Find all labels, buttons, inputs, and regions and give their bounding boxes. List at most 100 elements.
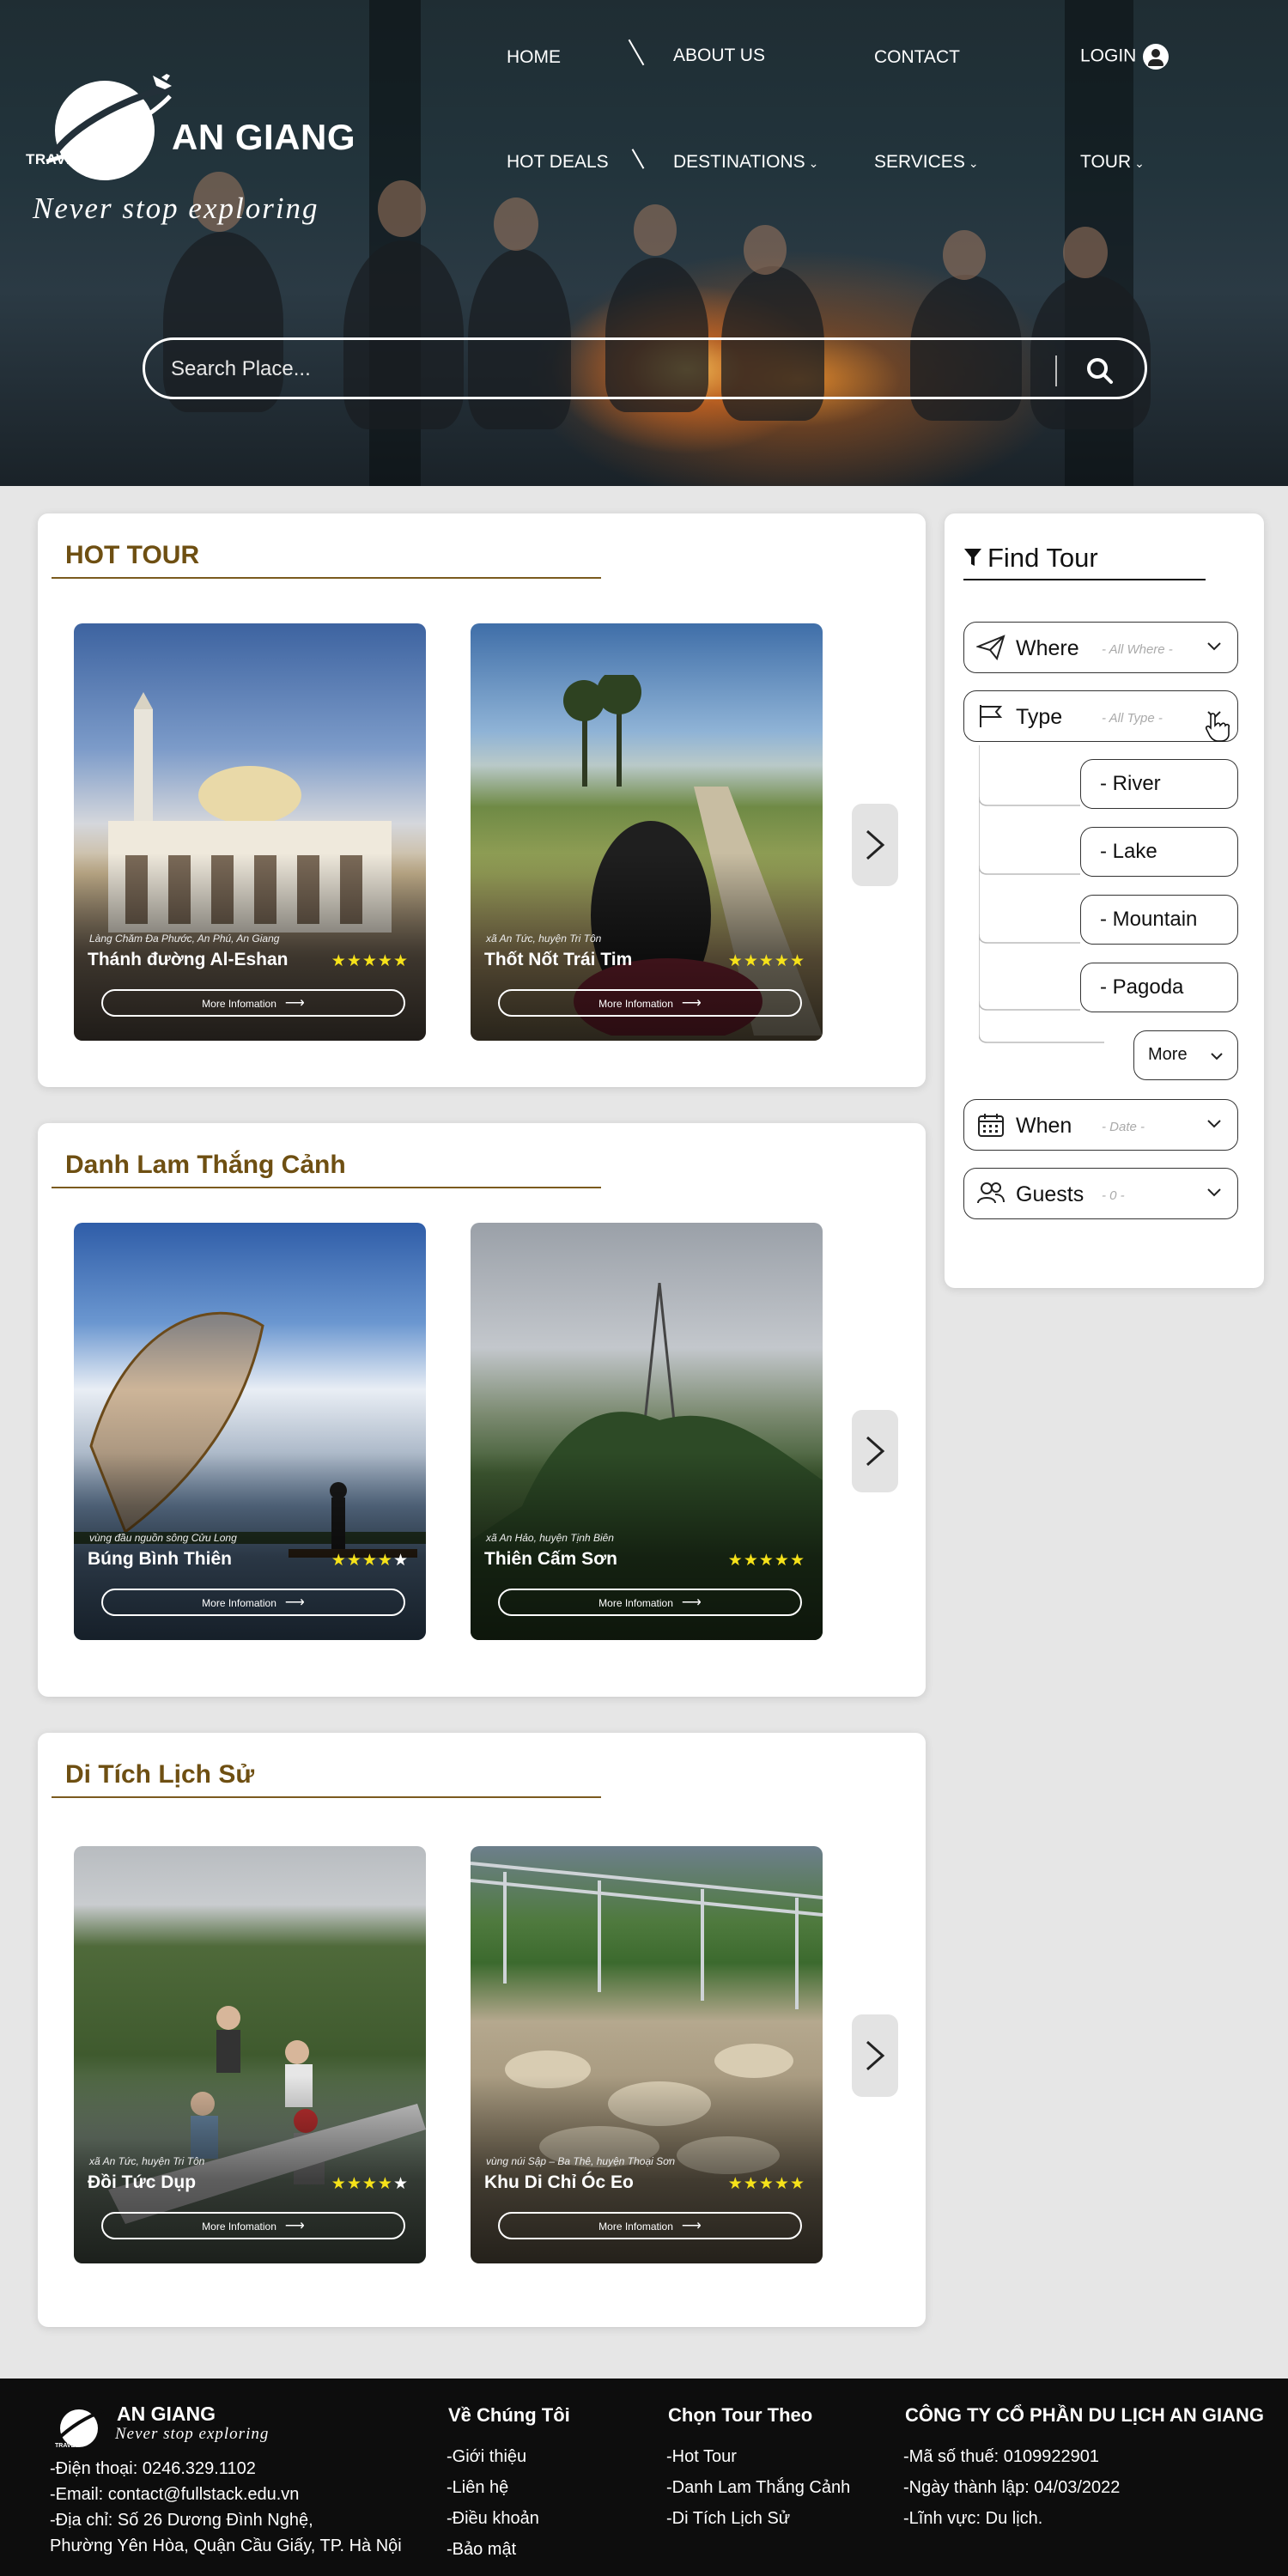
tour-card[interactable]: xã An Hảo, huyện Tịnh Biên Thiên Cấm Sơn… [471, 1223, 823, 1640]
section-di-tich-lich-su: Di Tích Lịch Sử xã An Tức, huyện Tri Tôn… [38, 1733, 926, 2327]
more-info-button[interactable]: More Infomation ⟶ [498, 1589, 802, 1616]
card-title: Đồi Tức Dụp [88, 2172, 197, 2192]
section-title-underline [52, 577, 601, 579]
footer-tax-code: -Mã số thuế: 0109922901 [903, 2447, 1099, 2466]
nav-destinations-label: DESTINATIONS [673, 152, 805, 172]
carousel-next-button[interactable] [852, 804, 898, 886]
paper-plane-icon [976, 635, 1005, 660]
type-option-lake[interactable]: - Lake [1080, 827, 1238, 877]
type-option-mountain[interactable]: - Mountain [1080, 895, 1238, 945]
search-input[interactable] [171, 355, 1030, 383]
footer-brand: AN GIANG [117, 2403, 216, 2425]
nav-contact[interactable]: CONTACT [874, 47, 960, 68]
more-info-button[interactable]: More Infomation ⟶ [101, 989, 405, 1017]
star-filled-icon: ★ [758, 1552, 775, 1570]
card-rating: ★★★★★ [331, 1551, 409, 1571]
arrow-right-icon: ⟶ [681, 2219, 702, 2233]
calendar-icon [978, 1114, 1004, 1137]
more-info-button[interactable]: More Infomation ⟶ [101, 1589, 405, 1616]
nav-login[interactable]: LOGIN [1080, 44, 1170, 70]
footer-link-gioi-thieu[interactable]: -Giới thiệu [447, 2447, 526, 2467]
star-filled-icon: ★ [346, 1552, 362, 1570]
site-logo[interactable]: TRAVEL AN GIANG Never stop exploring [24, 67, 385, 230]
arrow-right-icon: ⟶ [284, 1595, 305, 1610]
star-filled-icon: ★ [789, 1552, 805, 1570]
card-rating: ★★★★★ [331, 2174, 409, 2194]
chevron-down-icon [1207, 1188, 1221, 1197]
footer-slogan: Never stop exploring [115, 2425, 270, 2443]
hero-person-head [494, 197, 538, 251]
more-info-button[interactable]: More Infomation ⟶ [101, 2212, 405, 2239]
tour-card[interactable]: vùng đầu nguồn sông Cửu Long Búng Bình T… [74, 1223, 426, 1640]
section-danh-lam-thang-canh: Danh Lam Thắng Cảnh vùng đầu nguồn sông … [38, 1123, 926, 1697]
star-filled-icon: ★ [377, 1552, 393, 1570]
guests-placeholder: - 0 - [1102, 1188, 1125, 1203]
more-info-label: More Infomation [598, 2221, 673, 2233]
type-more-button[interactable]: More [1133, 1030, 1238, 1080]
nav-home[interactable]: HOME [507, 47, 561, 68]
section-title: Di Tích Lịch Sử [65, 1760, 255, 1789]
star-filled-icon: ★ [331, 2175, 347, 2193]
filter-icon [964, 549, 981, 566]
nav-services[interactable]: SERVICES ⌄ [874, 152, 979, 173]
card-rating: ★★★★★ [728, 1551, 805, 1571]
chevron-down-icon [1211, 1053, 1223, 1060]
footer-link-lien-he[interactable]: -Liên hệ [447, 2478, 508, 2498]
tour-card[interactable]: xã An Tức, huyện Tri Tôn Đồi Tức Dụp ★★★… [74, 1846, 426, 2263]
hero-person-head [378, 180, 426, 237]
type-select[interactable]: Type - All Type - [963, 690, 1238, 742]
star-filled-icon: ★ [361, 1552, 378, 1570]
carousel-next-button[interactable] [852, 1410, 898, 1492]
more-info-button[interactable]: More Infomation ⟶ [498, 2212, 802, 2239]
nav-about-us[interactable]: ABOUT US [673, 46, 765, 66]
footer-link-hot-tour[interactable]: -Hot Tour [666, 2447, 737, 2467]
tour-card[interactable]: Làng Chăm Đa Phước, An Phú, An Giang Thá… [74, 623, 426, 1041]
arrow-right-icon: ⟶ [681, 996, 702, 1011]
tour-card[interactable]: vùng núi Sập – Ba Thê, huyện Thoại Sơn K… [471, 1846, 823, 2263]
nav-divider [631, 149, 645, 169]
section-title-underline [52, 1796, 601, 1798]
where-select[interactable]: Where - All Where - [963, 622, 1238, 673]
footer-link-di-tich[interactable]: -Di Tích Lịch Sử [666, 2509, 790, 2529]
nav-destinations[interactable]: DESTINATIONS ⌄ [673, 152, 818, 173]
nav-hot-deals[interactable]: HOT DEALS [507, 152, 609, 173]
star-filled-icon: ★ [727, 952, 744, 970]
guests-select[interactable]: Guests - 0 - [963, 1168, 1238, 1219]
star-empty-icon: ★ [392, 1552, 409, 1570]
when-select[interactable]: When - Date - [963, 1099, 1238, 1151]
star-empty-icon: ★ [392, 2175, 409, 2193]
carousel-next-button[interactable] [852, 2014, 898, 2097]
footer-company-title: CÔNG TY CỔ PHẦN DU LỊCH AN GIANG [905, 2404, 1265, 2426]
footer-logo-icon[interactable]: TRAVEL [53, 2404, 106, 2451]
card-overlay [471, 1223, 823, 1640]
user-icon [1143, 44, 1170, 70]
search-bar [143, 337, 1147, 399]
more-info-button[interactable]: More Infomation ⟶ [498, 989, 802, 1017]
footer-email[interactable]: -Email: contact@fullstack.edu.vn [50, 2485, 299, 2505]
star-filled-icon: ★ [346, 2175, 362, 2193]
find-tour-heading: Find Tour [963, 543, 1098, 574]
chevron-down-icon: ⌄ [968, 156, 979, 170]
card-location: xã An Tức, huyện Tri Tôn [89, 2155, 205, 2167]
chevron-down-icon: ⌄ [1134, 156, 1145, 170]
type-placeholder: - All Type - [1102, 711, 1163, 726]
chevron-right-icon [866, 829, 885, 860]
tour-card[interactable]: xã An Tức, huyện Tri Tôn Thốt Nốt Trái T… [471, 623, 823, 1041]
star-filled-icon: ★ [377, 952, 393, 970]
star-filled-icon: ★ [346, 952, 362, 970]
arrow-right-icon: ⟶ [284, 2219, 305, 2233]
type-option-pagoda[interactable]: - Pagoda [1080, 963, 1238, 1012]
footer-link-bao-mat[interactable]: -Bảo mật [447, 2540, 516, 2560]
card-location: xã An Tức, huyện Tri Tôn [486, 933, 602, 945]
type-option-river[interactable]: - River [1080, 759, 1238, 809]
arrow-right-icon: ⟶ [681, 1595, 702, 1610]
footer-link-dieu-khoan[interactable]: -Điều khoản [447, 2509, 539, 2529]
more-info-label: More Infomation [202, 998, 276, 1010]
footer-address-line-1: -Địa chỉ: Số 26 Dương Đình Nghệ, [50, 2511, 313, 2530]
type-label: Type [1016, 705, 1063, 729]
card-location: vùng núi Sập – Ba Thê, huyện Thoại Sơn [486, 2155, 676, 2167]
star-filled-icon: ★ [361, 952, 378, 970]
nav-tour[interactable]: TOUR ⌄ [1080, 152, 1145, 173]
search-icon[interactable] [1081, 352, 1119, 390]
footer-link-danh-lam[interactable]: -Danh Lam Thắng Cảnh [666, 2478, 850, 2498]
